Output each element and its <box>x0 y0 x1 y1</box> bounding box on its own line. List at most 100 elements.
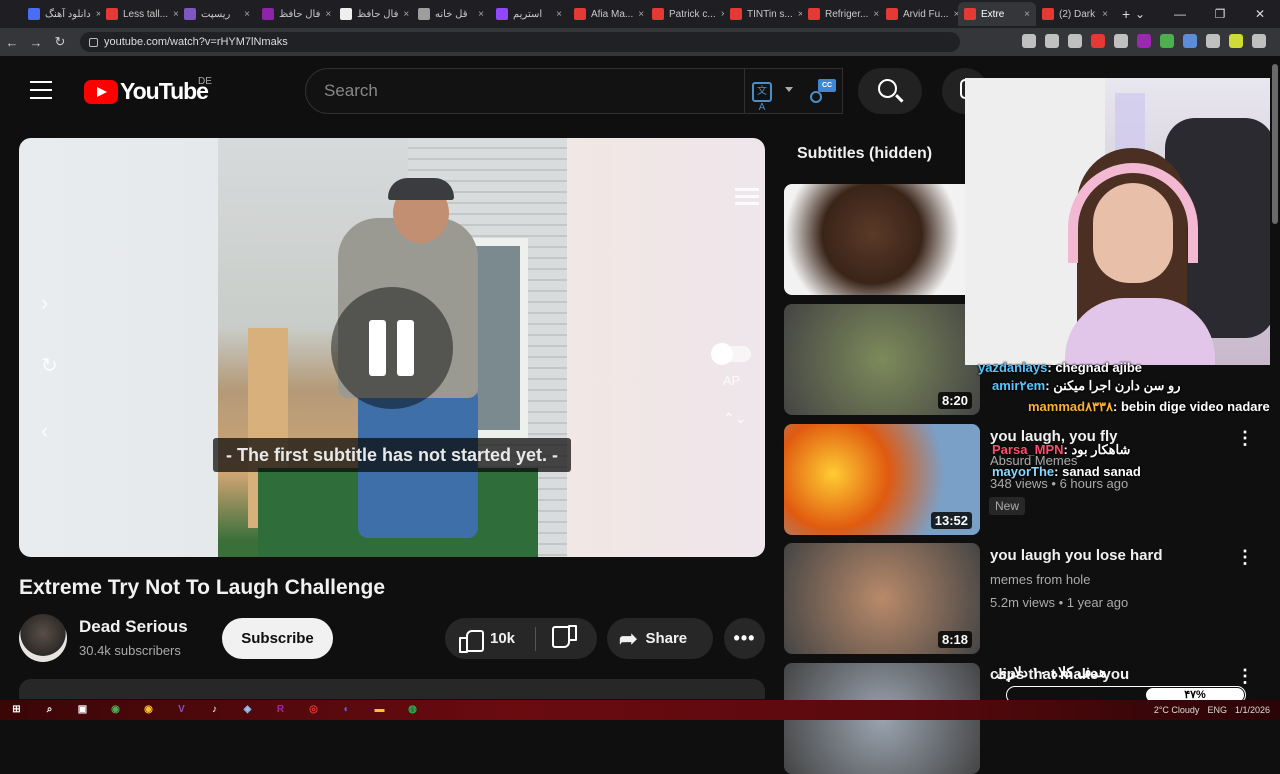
browser-tab[interactable]: Less tall... × <box>100 2 178 26</box>
browser-tab[interactable]: قل خانه × <box>412 2 490 26</box>
browser-tab[interactable]: Refriger... × <box>802 2 880 26</box>
autoplay-toggle[interactable] <box>711 343 751 365</box>
language-indicator[interactable]: ENG <box>1207 705 1227 715</box>
close-tab-icon[interactable]: × <box>556 9 562 20</box>
vscode-icon[interactable]: V <box>174 703 190 717</box>
input-tools-button[interactable]: 文A <box>745 68 801 114</box>
chrome-active-icon[interactable]: ◉ <box>141 703 157 717</box>
description-box[interactable] <box>19 679 765 699</box>
tab-search-icon[interactable]: ⌄ <box>1120 0 1160 28</box>
close-tab-icon[interactable]: × <box>873 9 879 20</box>
extension-icon[interactable] <box>1022 34 1036 48</box>
task-view-icon[interactable]: ▣ <box>75 703 91 717</box>
browser-tab[interactable]: Patrick c... × <box>646 2 724 26</box>
video-options-icon[interactable]: ⋮ <box>1236 428 1254 449</box>
close-tab-icon[interactable]: × <box>478 9 484 20</box>
steam-icon[interactable]: ◈ <box>240 703 256 717</box>
search-icon[interactable]: ⌕ <box>42 703 58 717</box>
next-arrow-icon[interactable]: › <box>41 290 48 316</box>
share-button[interactable]: ➦ Share <box>607 618 713 659</box>
playlist-menu-icon[interactable] <box>735 188 759 206</box>
more-actions-button[interactable]: ••• <box>724 618 765 659</box>
recommended-channel-name[interactable]: memes from hole <box>990 572 1090 587</box>
channel-name[interactable]: Dead Serious <box>79 617 188 637</box>
extension-icon[interactable] <box>1183 34 1197 48</box>
forward-icon[interactable]: → <box>24 35 48 50</box>
system-tray: 2°C Cloudy ENG 1/1/2026 <box>1154 700 1270 720</box>
browser-tab[interactable]: Extre × <box>958 2 1036 26</box>
extension-icon[interactable] <box>1206 34 1220 48</box>
recommended-video-title[interactable]: you laugh you lose hard <box>990 547 1163 564</box>
browser-tab[interactable]: استریم × <box>490 2 568 26</box>
recommended-video-thumbnail[interactable] <box>784 184 980 295</box>
like-button[interactable]: 10k <box>445 618 535 659</box>
extension-icon[interactable] <box>1252 34 1266 48</box>
browser-tab[interactable]: ریسپت × <box>178 2 256 26</box>
extension-icon[interactable] <box>1091 34 1105 48</box>
subtitle-search-button[interactable]: CC <box>801 68 843 114</box>
extension-icon[interactable] <box>1045 34 1059 48</box>
browser-tab[interactable]: دانلود آهنگ × <box>22 2 100 26</box>
close-tab-icon[interactable]: × <box>1102 9 1108 20</box>
close-tab-icon[interactable]: × <box>325 9 331 20</box>
minimize-button[interactable]: — <box>1160 0 1200 28</box>
subscribe-button[interactable]: Subscribe <box>222 618 333 659</box>
extension-icon[interactable] <box>1068 34 1082 48</box>
extension-icon[interactable] <box>1114 34 1128 48</box>
tab-label: Patrick c... <box>669 8 716 20</box>
youtube-logo[interactable]: YouTube DE <box>84 76 212 105</box>
search-button[interactable] <box>858 68 922 114</box>
reload-icon[interactable]: ↻ <box>48 34 72 50</box>
close-tab-icon[interactable]: × <box>244 9 250 20</box>
extension-icon[interactable] <box>1229 34 1243 48</box>
obs-icon[interactable]: ◎ <box>306 703 322 717</box>
search-input[interactable] <box>306 69 744 113</box>
recommended-video-thumbnail[interactable]: 8:20 <box>784 304 980 415</box>
country-code: DE <box>198 76 212 87</box>
folder-icon[interactable]: ▬ <box>372 703 388 717</box>
video-options-icon[interactable]: ⋮ <box>1236 666 1254 687</box>
spotify-icon[interactable]: ◍ <box>405 703 421 717</box>
subtitle-caption: - The first subtitle has not started yet… <box>213 438 571 472</box>
dislike-button[interactable] <box>536 618 596 659</box>
pause-icon[interactable] <box>331 287 453 409</box>
chat-message: mayorThe: sanad sanad <box>992 464 1141 479</box>
tiktok-icon[interactable]: ♪ <box>207 703 223 717</box>
back-icon[interactable]: ← <box>0 35 24 50</box>
up-down-chevron-icon[interactable]: ⌃⌄ <box>723 411 746 425</box>
recommended-video-thumbnail[interactable]: 13:52 <box>784 424 980 535</box>
extension-icon[interactable] <box>1160 34 1174 48</box>
r-app-icon[interactable]: R <box>273 703 289 717</box>
browser-tab[interactable]: Arvid Fu... × <box>880 2 958 26</box>
browser-tab[interactable]: فال حافظ × <box>256 2 334 26</box>
page-scrollbar[interactable] <box>1270 56 1280 700</box>
browser-tab[interactable]: فال حافظ × <box>334 2 412 26</box>
windows-start-icon[interactable]: ⊞ <box>9 703 25 717</box>
channel-avatar[interactable] <box>19 614 67 662</box>
like-dislike-group: 10k <box>445 618 597 659</box>
extension-icon[interactable] <box>1137 34 1151 48</box>
caret-down-icon[interactable] <box>785 87 793 92</box>
subtitles-panel-heading[interactable]: Subtitles (hidden) <box>797 145 932 163</box>
recommended-video-thumbnail[interactable]: 8:18 <box>784 543 980 654</box>
video-player[interactable]: - The first subtitle has not started yet… <box>19 138 765 557</box>
close-tab-icon[interactable]: × <box>638 9 644 20</box>
clock-date[interactable]: 1/1/2026 <box>1235 705 1270 715</box>
search-box <box>305 68 745 114</box>
browser-tab[interactable]: (2) Dark × <box>1036 2 1114 26</box>
chrome-icon[interactable]: ◉ <box>108 703 124 717</box>
browser-tab[interactable]: TINTin s... × <box>724 2 802 26</box>
discord-icon[interactable]: ◐ <box>339 703 355 717</box>
translate-icon: 文A <box>752 82 772 113</box>
replay-icon[interactable]: ↻ <box>41 353 58 378</box>
prev-arrow-icon[interactable]: ‹ <box>41 418 48 444</box>
maximize-button[interactable]: ❐ <box>1200 0 1240 28</box>
url-field[interactable]: youtube.com/watch?v=rHYM7lNmaks <box>80 32 960 52</box>
browser-tab[interactable]: Afia Ma... × <box>568 2 646 26</box>
video-options-icon[interactable]: ⋮ <box>1236 547 1254 568</box>
close-window-button[interactable]: ✕ <box>1240 0 1280 28</box>
menu-icon[interactable] <box>30 81 52 99</box>
video-duration: 8:20 <box>937 392 972 409</box>
close-tab-icon[interactable]: × <box>403 9 409 20</box>
close-tab-icon[interactable]: × <box>1024 9 1030 20</box>
